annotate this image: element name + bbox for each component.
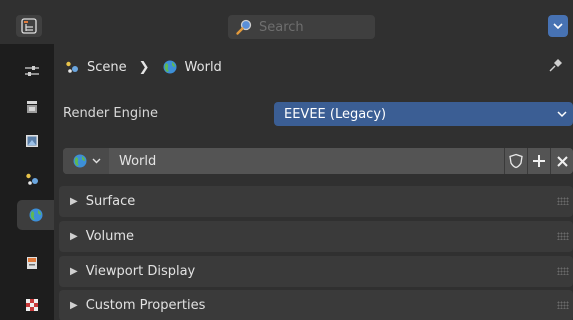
world-properties-panel: Scene ❯ World Render Engine EEVEE (Legac…	[54, 44, 573, 320]
breadcrumb-separator: ❯	[138, 59, 150, 75]
collapsed-triangle-icon: ▶	[70, 196, 78, 207]
shield-icon	[509, 153, 523, 169]
tool-settings-icon	[25, 66, 39, 76]
drag-handle-icon[interactable]	[557, 301, 569, 309]
render-icon	[27, 101, 37, 113]
properties-tab-bar	[0, 44, 54, 320]
tab-scene[interactable]	[17, 164, 47, 194]
render-engine-value: EEVEE (Legacy)	[284, 106, 387, 122]
section-label: Custom Properties	[85, 298, 206, 313]
search-input[interactable]: Search	[228, 15, 375, 39]
chevron-down-icon	[553, 23, 563, 30]
world-name-field[interactable]: World	[109, 154, 504, 169]
collapsed-triangle-icon: ▶	[70, 231, 78, 242]
collapsed-triangle-icon: ▶	[70, 300, 78, 311]
breadcrumb-scene[interactable]: Scene	[64, 59, 127, 75]
close-icon	[556, 155, 568, 167]
collapsed-triangle-icon: ▶	[70, 266, 78, 277]
pin-button[interactable]	[545, 56, 565, 76]
section-label: Surface	[85, 194, 136, 209]
section-volume[interactable]: ▶ Volume	[59, 221, 573, 252]
fake-user-button[interactable]	[504, 148, 527, 174]
drag-handle-icon[interactable]	[557, 267, 569, 275]
chevron-down-icon	[557, 111, 567, 118]
breadcrumb-world[interactable]: World	[162, 59, 222, 75]
output-icon	[26, 135, 38, 147]
properties-editor-icon	[21, 18, 37, 34]
collection-icon	[27, 257, 37, 269]
world-icon	[29, 208, 42, 222]
world-icon	[163, 60, 177, 74]
new-world-button[interactable]	[527, 148, 550, 174]
breadcrumb: Scene ❯ World	[64, 54, 222, 80]
section-label: Volume	[85, 229, 135, 244]
properties-header: Search	[0, 0, 573, 44]
pin-icon	[549, 59, 562, 72]
world-datablock-selector: World	[63, 148, 573, 174]
world-icon	[73, 154, 86, 168]
section-label: Viewport Display	[85, 264, 196, 279]
unlink-world-button[interactable]	[550, 148, 573, 174]
tab-world[interactable]	[17, 200, 54, 230]
tab-collection[interactable]	[17, 248, 47, 278]
section-surface[interactable]: ▶ Surface	[59, 186, 573, 217]
tab-texture[interactable]	[17, 290, 47, 320]
search-placeholder: Search	[259, 19, 304, 35]
options-dropdown-button[interactable]	[548, 15, 568, 37]
scene-icon	[66, 61, 78, 73]
tab-output[interactable]	[17, 126, 47, 156]
tab-tool[interactable]	[17, 56, 47, 86]
search-icon	[236, 19, 252, 35]
plus-icon	[533, 155, 545, 167]
chevron-down-icon	[92, 158, 100, 164]
render-engine-label: Render Engine	[63, 106, 158, 121]
texture-icon	[26, 299, 38, 311]
render-engine-dropdown[interactable]: EEVEE (Legacy)	[274, 102, 573, 126]
drag-handle-icon[interactable]	[557, 197, 569, 205]
drag-handle-icon[interactable]	[557, 232, 569, 240]
tab-render[interactable]	[17, 92, 47, 122]
breadcrumb-scene-label: Scene	[87, 59, 127, 75]
scene-icon	[26, 173, 38, 185]
section-custom-properties[interactable]: ▶ Custom Properties	[59, 290, 573, 320]
editor-type-button[interactable]	[16, 15, 42, 37]
section-viewport-display[interactable]: ▶ Viewport Display	[59, 256, 573, 287]
browse-world-button[interactable]	[63, 148, 109, 174]
breadcrumb-world-label: World	[184, 59, 222, 75]
